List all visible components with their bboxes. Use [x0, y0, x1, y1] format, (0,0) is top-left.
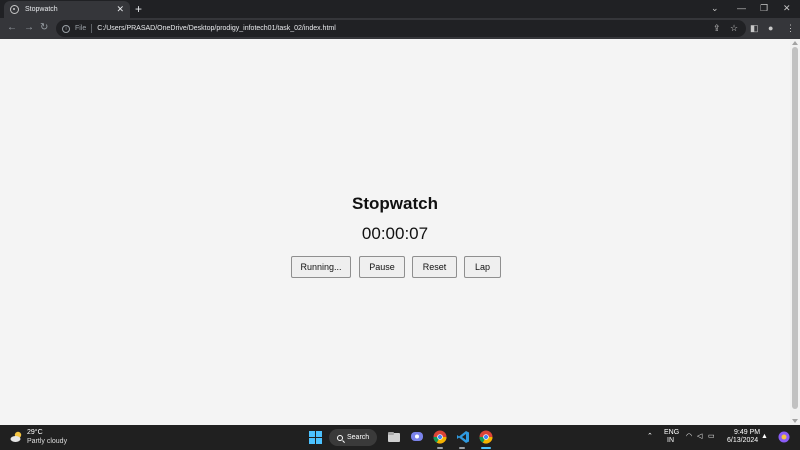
running-indicator — [437, 447, 443, 449]
stopwatch-title: Stopwatch — [352, 194, 438, 213]
pause-button[interactable]: Pause — [359, 256, 405, 278]
file-explorer-icon[interactable] — [387, 430, 401, 444]
tab-close-icon[interactable]: ✕ — [116, 5, 124, 14]
restore-button[interactable]: ❐ — [760, 3, 768, 13]
tab-search-icon[interactable]: ⌄ — [711, 3, 719, 13]
search-label: Search — [347, 434, 370, 441]
weather-condition[interactable]: Partly cloudy — [27, 438, 67, 445]
windows-taskbar: 29°C Partly cloudy Search ⌃ ENG IN ◠ ◁ ▭… — [0, 425, 800, 450]
new-tab-button[interactable]: + — [135, 2, 142, 16]
info-icon[interactable]: i — [62, 24, 70, 33]
url-text[interactable]: C:/Users/PRASAD/OneDrive/Desktop/prodigy… — [97, 25, 336, 32]
browser-toolbar: ← → ↻ i File C:/Users/PRASAD/OneDrive/De… — [0, 18, 800, 39]
taskbar-search-button[interactable]: Search — [329, 429, 377, 446]
clock-date[interactable]: 6/13/2024 — [727, 437, 758, 445]
active-indicator — [481, 447, 491, 449]
tray-chevron-icon[interactable]: ⌃ — [647, 433, 653, 441]
chrome-active-icon[interactable] — [479, 430, 493, 444]
close-window-button[interactable]: ✕ — [783, 3, 791, 13]
address-bar[interactable]: i File C:/Users/PRASAD/OneDrive/Desktop/… — [56, 20, 746, 37]
menu-icon[interactable]: ⋮ — [786, 22, 795, 34]
side-panel-icon[interactable]: ◧ — [750, 22, 759, 34]
scroll-down-icon[interactable] — [792, 419, 798, 423]
windows-start-icon[interactable] — [309, 431, 322, 444]
browser-titlebar: Stopwatch ✕ + ⌄ — ❐ ✕ — [0, 0, 800, 18]
scrollbar-thumb[interactable] — [792, 47, 798, 409]
vscode-icon[interactable] — [456, 430, 470, 444]
language-indicator[interactable]: ENG — [664, 429, 679, 437]
clock-time[interactable]: 9:49 PM — [734, 429, 760, 437]
running-indicator — [459, 447, 465, 449]
scheme-label: File — [75, 25, 87, 32]
vertical-scrollbar[interactable] — [790, 39, 800, 425]
globe-icon — [10, 5, 19, 14]
tab-title: Stopwatch — [25, 6, 58, 13]
profile-icon[interactable]: ● — [768, 22, 773, 34]
scroll-up-icon[interactable] — [792, 41, 798, 45]
address-divider — [91, 24, 93, 33]
reload-button[interactable]: ↻ — [40, 22, 48, 34]
lap-button[interactable]: Lap — [464, 256, 501, 278]
partly-cloudy-icon[interactable] — [10, 431, 23, 443]
page-content: Stopwatch 00:00:07 Running... Pause Rese… — [0, 39, 790, 425]
notification-bell-icon[interactable]: ▲ — [761, 433, 768, 441]
volume-icon[interactable]: ◁ — [697, 433, 702, 441]
reset-button[interactable]: Reset — [412, 256, 457, 278]
back-button[interactable]: ← — [7, 22, 17, 34]
start-button[interactable]: Running... — [291, 256, 351, 278]
wifi-icon[interactable]: ◠ — [686, 433, 692, 441]
stopwatch-time-display: 00:00:07 — [361, 224, 429, 243]
teams-chat-icon[interactable] — [410, 430, 424, 444]
search-icon — [337, 434, 343, 441]
copilot-icon[interactable] — [778, 431, 790, 443]
forward-button[interactable]: → — [24, 22, 34, 34]
share-icon[interactable]: ⇪ — [713, 22, 721, 34]
minimize-button[interactable]: — — [737, 3, 746, 13]
region-indicator[interactable]: IN — [667, 437, 674, 445]
bookmark-star-icon[interactable]: ☆ — [730, 22, 738, 34]
battery-icon[interactable]: ▭ — [708, 433, 715, 441]
chrome-icon[interactable] — [433, 430, 447, 444]
weather-temperature[interactable]: 29°C — [27, 429, 43, 436]
tab-stopwatch[interactable]: Stopwatch ✕ — [4, 1, 130, 18]
